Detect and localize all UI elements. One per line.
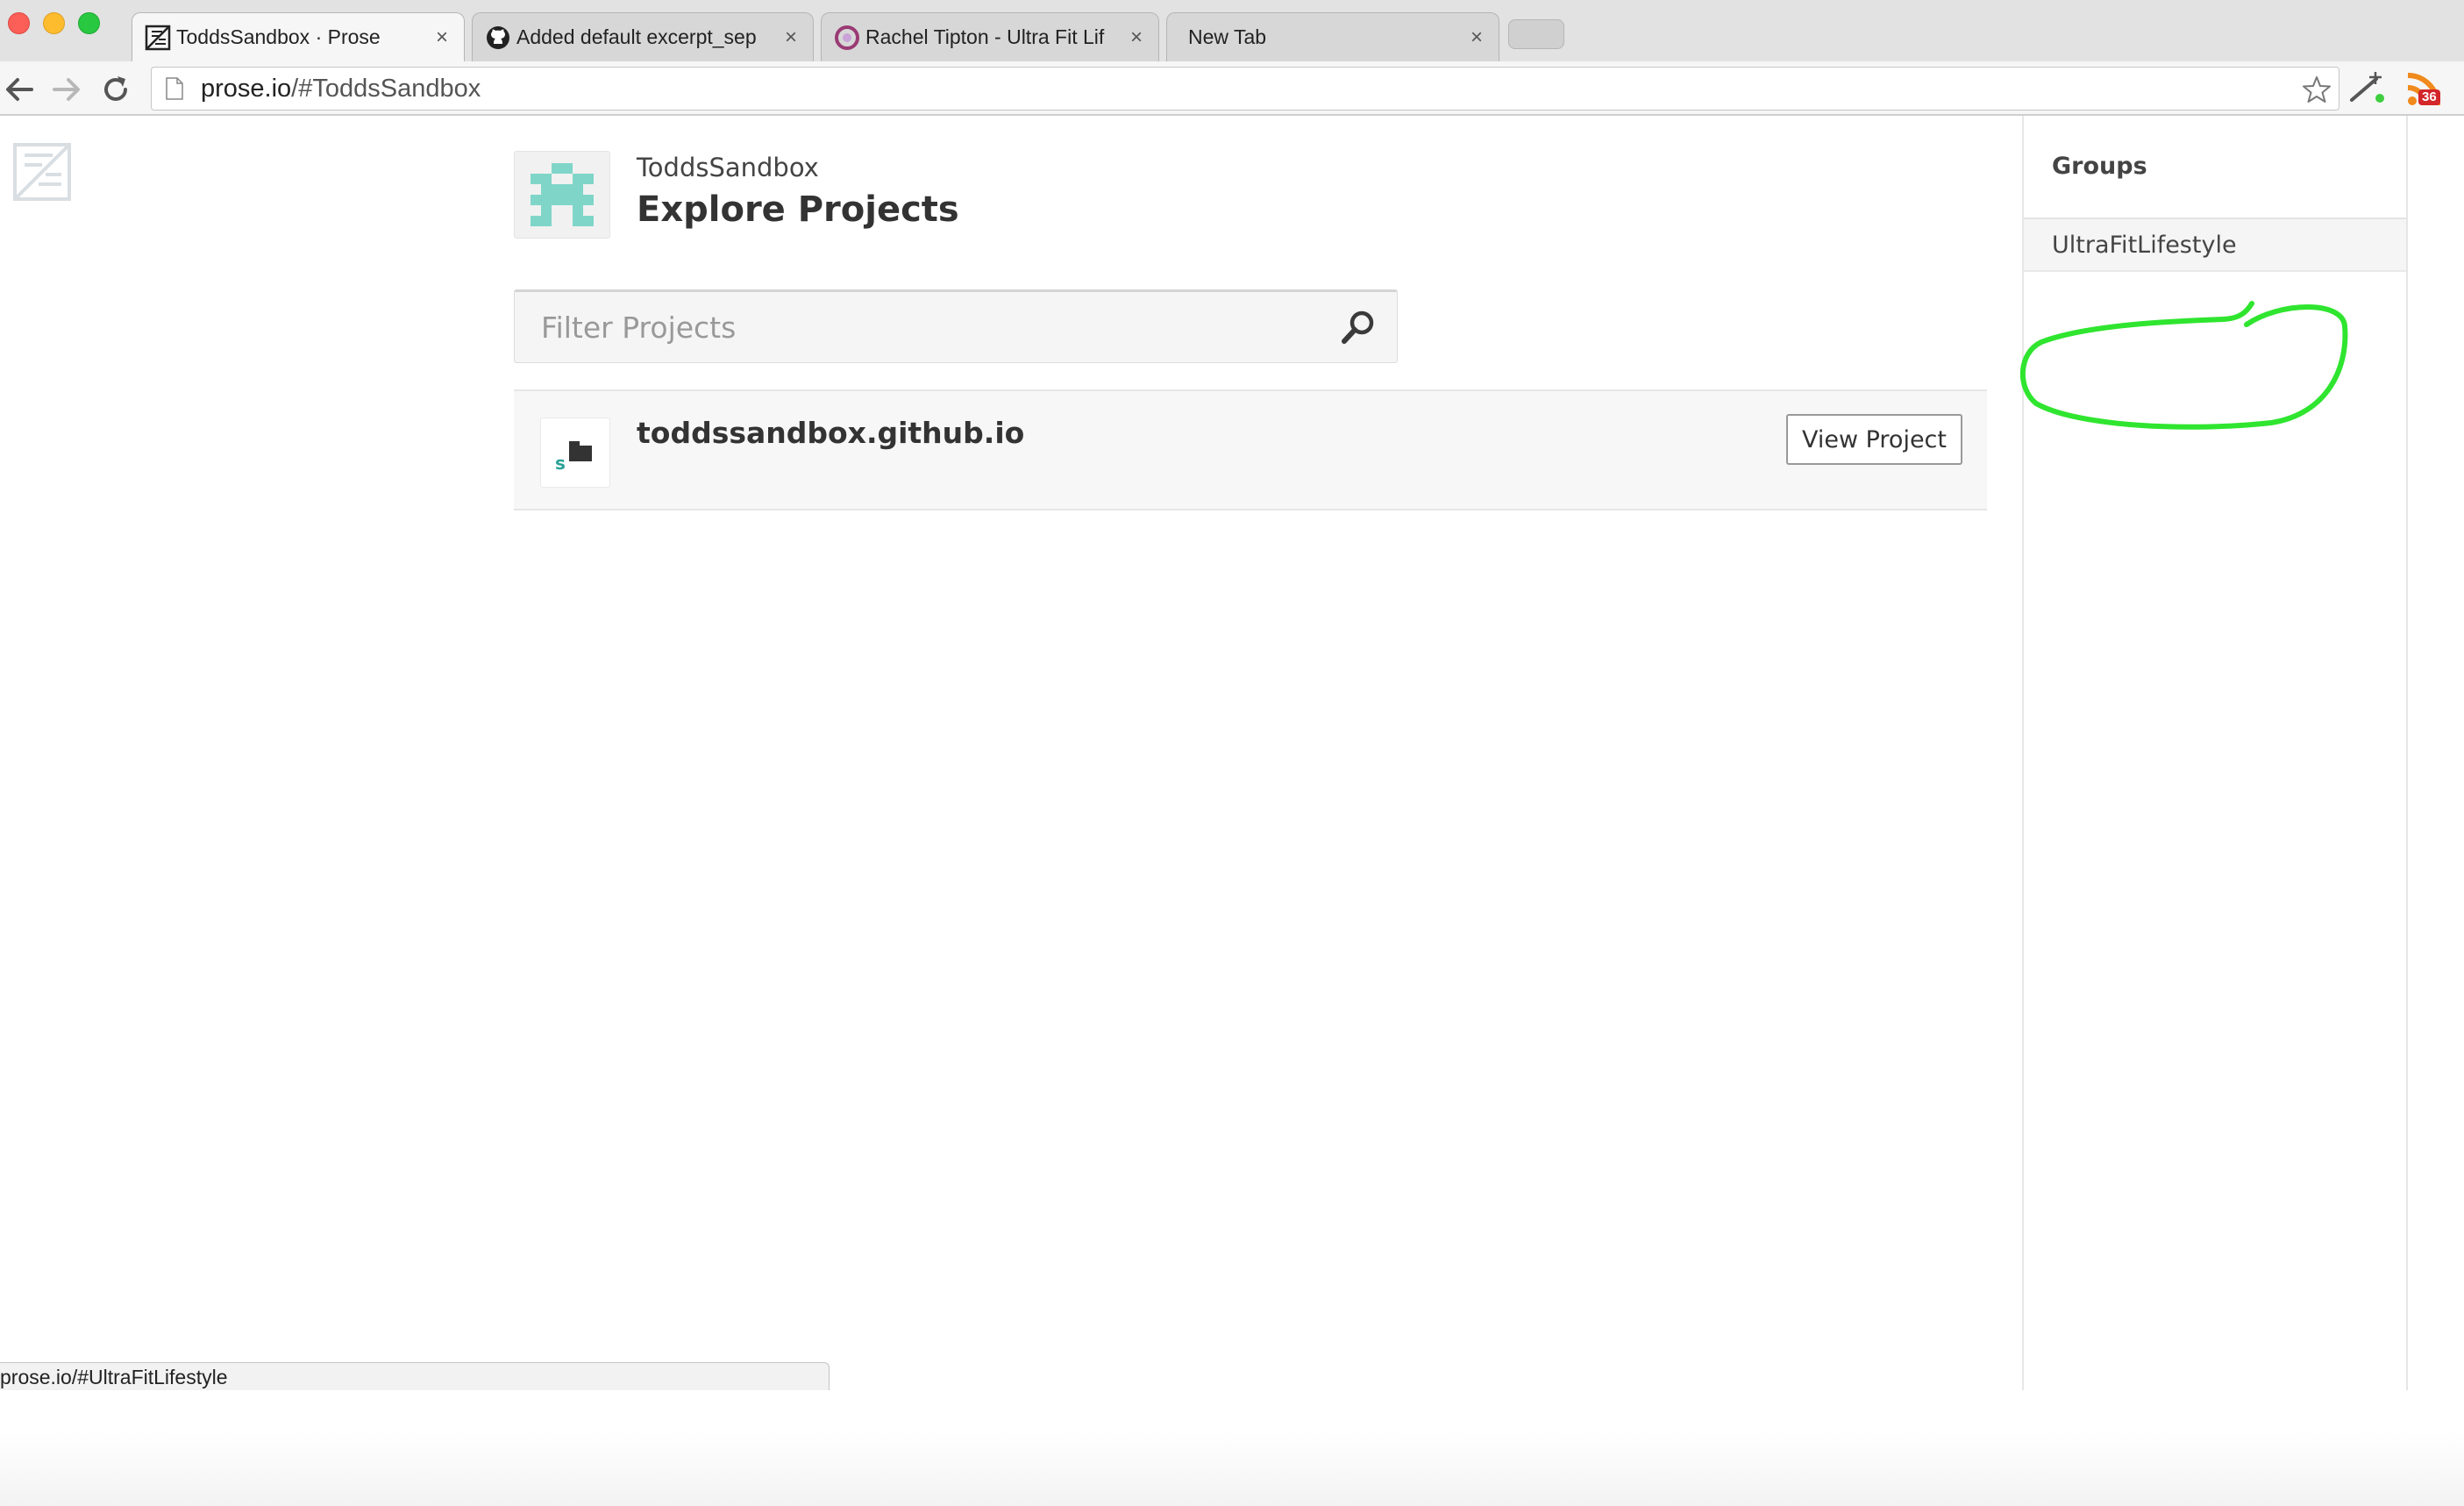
groups-sidebar: Groups UltraFitLifestyle <box>2022 116 2408 1390</box>
tab-prose[interactable]: ToddsSandbox · Prose × <box>132 12 465 61</box>
tab-close-icon[interactable]: × <box>1127 25 1146 50</box>
project-list: s toddssandbox.github.io View Project <box>514 389 1987 510</box>
tab-rachel-tipton[interactable]: Rachel Tipton - Ultra Fit Lif × <box>821 12 1159 61</box>
tab-new-tab[interactable]: New Tab × <box>1166 12 1499 61</box>
group-item-ultrafitlifestyle[interactable]: UltraFitLifestyle <box>2024 219 2406 272</box>
url-host: prose.io <box>201 74 292 103</box>
prose-logo-icon[interactable] <box>12 142 72 202</box>
sidebar-heading: Groups <box>2052 153 2147 180</box>
window-zoom-button[interactable] <box>78 12 100 34</box>
address-url: prose.io/#ToddsSandbox <box>201 75 481 103</box>
tab-title: Rachel Tipton - Ultra Fit Lif <box>865 25 1105 48</box>
tab-title: New Tab <box>1188 25 1267 48</box>
extension-wand-icon[interactable] <box>2346 68 2387 109</box>
back-arrow-icon[interactable] <box>2 72 37 107</box>
svg-text:s: s <box>555 453 566 474</box>
page-viewport: ToddsSandbox Explore Projects s toddssan… <box>0 116 2464 1506</box>
browser-toolbar: prose.io/#ToddsSandbox 36 <box>0 61 2464 116</box>
tab-github[interactable]: Added default excerpt_sep × <box>472 12 814 61</box>
search-icon <box>1342 310 1374 344</box>
tab-title: Added default excerpt_sep <box>516 25 757 48</box>
prose-icon <box>145 25 171 50</box>
status-bar-url: prose.io/#UltraFitLifestyle <box>0 1362 830 1390</box>
github-icon <box>487 25 509 49</box>
tab-close-icon[interactable]: × <box>432 25 452 50</box>
repo-icon: s <box>540 418 610 488</box>
account-avatar <box>514 151 610 239</box>
page-icon <box>166 77 183 100</box>
reload-icon[interactable] <box>98 72 133 107</box>
bookmark-star-icon[interactable] <box>2302 75 2332 104</box>
window-close-button[interactable] <box>8 12 30 34</box>
address-bar[interactable]: prose.io/#ToddsSandbox <box>151 67 2339 111</box>
tab-close-icon[interactable]: × <box>781 25 801 50</box>
new-tab-button[interactable] <box>1508 19 1564 49</box>
project-row[interactable]: s toddssandbox.github.io View Project <box>514 389 1987 510</box>
url-path: /#ToddsSandbox <box>291 74 481 103</box>
tab-title: ToddsSandbox · Prose <box>176 25 381 48</box>
filter-projects-box <box>514 289 1398 363</box>
forward-arrow-icon[interactable] <box>49 72 84 107</box>
view-project-button[interactable]: View Project <box>1785 414 1962 465</box>
account-name[interactable]: ToddsSandbox <box>637 153 819 182</box>
project-name[interactable]: toddssandbox.github.io <box>637 416 1024 450</box>
window-minimize-button[interactable] <box>43 12 65 34</box>
identicon-icon <box>531 163 594 226</box>
tab-close-icon[interactable]: × <box>1467 25 1486 50</box>
site-icon <box>835 25 859 50</box>
bottom-fade <box>0 1431 2464 1506</box>
filter-projects-input[interactable] <box>515 292 1304 362</box>
tab-strip: ToddsSandbox · Prose × Added default exc… <box>0 0 2464 61</box>
page-title: Explore Projects <box>637 189 959 230</box>
rss-count-badge: 36 <box>2418 89 2440 105</box>
